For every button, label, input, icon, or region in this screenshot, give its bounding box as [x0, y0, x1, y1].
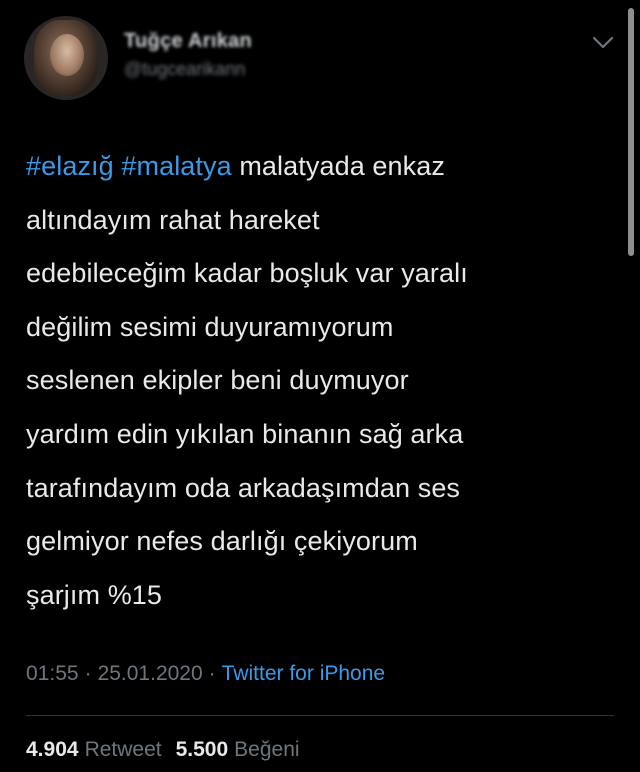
- like-label: Beğeni: [234, 738, 300, 761]
- tweet-line: değilim sesimi duyuramıyorum: [26, 311, 394, 342]
- tweet-stats: 4.904 Retweet 5.500 Beğeni: [26, 738, 300, 762]
- divider: [26, 715, 614, 716]
- tweet-time: 01:55: [26, 662, 79, 685]
- chevron-down-icon[interactable]: [592, 36, 614, 50]
- tweet-line: #elazığ #malatya malatyada enkaz: [26, 140, 606, 194]
- tweet-line: edebileceğim kadar boşluk var yaralı: [26, 258, 468, 289]
- tweet-meta: 01:55 · 25.01.2020 · Twitter for iPhone: [26, 662, 385, 686]
- scrollbar[interactable]: [628, 8, 634, 256]
- retweet-count: 4.904: [26, 738, 79, 761]
- tweet-text: #elazığ #malatya malatyada enkaz altında…: [26, 140, 606, 622]
- tweet-source-link[interactable]: Twitter for iPhone: [222, 662, 385, 685]
- tweet-line: şarjım %15: [26, 579, 163, 610]
- hashtag-link[interactable]: #elazığ: [26, 151, 114, 181]
- tweet-date: 25.01.2020: [97, 662, 203, 685]
- avatar[interactable]: [24, 16, 108, 100]
- tweet-line: tarafındayım oda arkadaşımdan ses: [26, 472, 461, 503]
- meta-separator: ·: [84, 662, 92, 685]
- avatar-face: [50, 34, 84, 76]
- user-handle[interactable]: @tugcearikann: [124, 59, 252, 80]
- hashtag-link[interactable]: #malatya: [121, 151, 231, 181]
- display-name[interactable]: Tuğçe Arıkan: [124, 30, 252, 53]
- tweet-header: Tuğçe Arıkan @tugcearikann: [24, 16, 252, 100]
- tweet-line: gelmiyor nefes darlığı çekiyorum: [26, 526, 418, 557]
- like-count: 5.500: [175, 738, 229, 761]
- tweet-line: altındayım rahat hareket: [26, 204, 320, 235]
- tweet-line: yardım edin yıkılan binanın sağ arka: [26, 418, 464, 449]
- retweet-stat[interactable]: 4.904 Retweet: [26, 738, 162, 761]
- user-info[interactable]: Tuğçe Arıkan @tugcearikann: [124, 30, 252, 80]
- meta-separator: ·: [208, 662, 216, 685]
- tweet-detail: Tuğçe Arıkan @tugcearikann #elazığ #mala…: [0, 0, 640, 772]
- like-stat[interactable]: 5.500 Beğeni: [176, 738, 300, 761]
- retweet-label: Retweet: [84, 738, 162, 761]
- tweet-line: seslenen ekipler beni duymuyor: [26, 365, 409, 396]
- tweet-text-segment: malatyada enkaz: [231, 151, 445, 181]
